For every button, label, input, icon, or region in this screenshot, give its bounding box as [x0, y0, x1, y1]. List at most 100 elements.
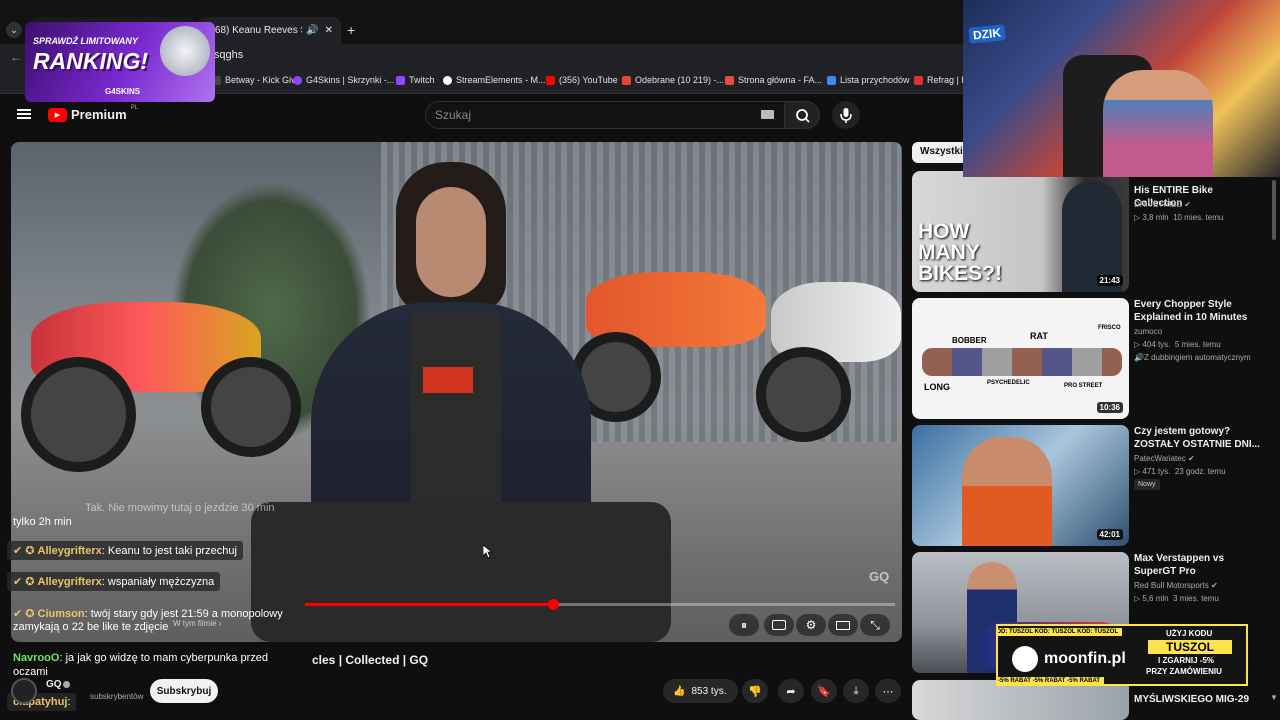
save-button[interactable]: 🔖 [811, 679, 837, 703]
dislike-button[interactable]: 👎 [742, 679, 768, 703]
theater-mode-button[interactable] [828, 614, 858, 636]
voice-search-button[interactable] [832, 101, 860, 129]
moonfin-ad: KOD: TUSZOL KOD: TUSZOL KOD: TUSZOL moon… [996, 624, 1248, 686]
menu-icon[interactable] [17, 109, 31, 119]
search-input[interactable]: Szukaj [425, 101, 785, 129]
subtitles-button[interactable] [764, 614, 794, 636]
video-player[interactable] [11, 142, 902, 642]
logo-country: PL [130, 104, 138, 111]
chat-text: wspaniały mężczyzna [107, 576, 215, 588]
keyboard-icon[interactable] [761, 110, 774, 119]
search-icon [796, 109, 810, 123]
dubbing-label: 🔊Z dubbingiem automatycznym [1134, 353, 1251, 362]
video-scene-ottoman [251, 502, 671, 642]
chat-text: tylko 2h min [13, 516, 72, 528]
moonfin-logo [1012, 646, 1038, 672]
motorcycle-wheel [201, 357, 301, 457]
download-button[interactable]: ⤓ [843, 679, 869, 703]
ad-line4: PRZY ZAMÓWIENIU [1146, 667, 1222, 676]
tab-title: (368) Keanu Reeves Shows Of [206, 25, 302, 36]
ad-brand: moonfin.pl [1044, 650, 1126, 667]
bookmark-label: StreamElements - M... [456, 75, 546, 85]
close-tab-icon[interactable]: ✕ [325, 25, 333, 36]
settings-button[interactable]: ⚙ [796, 614, 826, 636]
bookmark-2[interactable]: Twitch [396, 75, 435, 85]
verified-icon [63, 681, 70, 688]
video-title: cles | Collected | GQ [312, 653, 429, 667]
thumbnail-choppers [922, 348, 1122, 376]
bookmark-8[interactable]: Refrag | D [914, 75, 968, 85]
pause-button[interactable]: ⏸ [729, 614, 759, 636]
share-icon: ➦ [786, 685, 796, 698]
bookmark-0[interactable]: Betway - Kick Giv... [212, 75, 302, 85]
like-button[interactable]: 👍 853 tys. [663, 679, 738, 703]
bookmark-favicon [827, 75, 836, 85]
sidebar-video-title[interactable]: Czy jestem gotowy? ZOSTAŁY OSTATNIE DNI.… [1134, 425, 1264, 451]
sidebar-thumbnail[interactable] [912, 680, 1129, 720]
fullscreen-button[interactable]: ⤡ [860, 614, 890, 636]
sidebar-video-meta: ▷ 3,8 mln 10 mies. temu [1134, 213, 1224, 222]
verified-icon: ✔ [1187, 454, 1195, 463]
bookmark-1[interactable]: G4Skins | Skrzynki -... [293, 75, 394, 85]
bookmark-favicon [914, 75, 923, 85]
bookmark-favicon [546, 75, 555, 85]
channel-avatar[interactable] [11, 678, 37, 704]
bookmark-label: Betway - Kick Giv... [225, 75, 303, 85]
bookmark-6[interactable]: Strona główna - FA... [725, 75, 822, 85]
more-actions-button[interactable]: ⋯ [875, 679, 901, 703]
sidebar-thumbnail[interactable]: 42:01 [912, 425, 1129, 546]
sidebar-video-title[interactable]: Every Chopper Style Explained in 10 Minu… [1134, 298, 1264, 324]
sidebar-scrollbar[interactable] [1272, 180, 1276, 240]
thumbnail-person [962, 437, 1052, 546]
motorcycle-wheel [21, 357, 136, 472]
person-shirt [411, 312, 501, 512]
chat-username: Alleygrifterx [37, 576, 102, 588]
ad-ticker: KOD: TUSZOL KOD: TUSZOL KOD: TUSZOL [998, 628, 1123, 636]
sidebar-thumbnail[interactable]: BOBBER RAT FRISCO LONG PSYCHEDELIC PRO S… [912, 298, 1129, 419]
bookmark-label: Strona główna - FA... [738, 75, 823, 85]
subscriber-count: subskrybentów [90, 692, 144, 701]
chat-text: Keanu to jest taki przechuj [107, 545, 237, 557]
video-duration: 10:36 [1096, 402, 1123, 413]
sidebar-thumbnail[interactable]: HOW MANY BIKES?! 21:43 [912, 171, 1129, 292]
search-button[interactable] [784, 101, 820, 129]
video-duration: 42:01 [1096, 529, 1123, 540]
youtube-logo[interactable]: ▶ Premium PL [48, 104, 138, 122]
share-button[interactable]: ➦ [778, 679, 804, 703]
thumbnail-label: LONG [924, 382, 950, 392]
sidebar-video-title[interactable]: Max Verstappen vs SuperGT Pro [1134, 552, 1264, 578]
sidebar-video-channel: PatecWariatec ✔ [1134, 454, 1195, 463]
ad-line3: I ZGARNIJ -5% [1158, 656, 1215, 665]
bookmark-4[interactable]: (356) YouTube [546, 75, 618, 85]
bookmark-favicon [443, 75, 452, 85]
bookmark-7[interactable]: Lista przychodów [827, 75, 910, 85]
tab-active[interactable]: (368) Keanu Reeves Shows Of 🔊 ✕ [198, 17, 341, 44]
tab-list-dropdown-icon[interactable]: ⌄ [6, 22, 22, 38]
chat-message: zamykają o 22 be like te zdjęcie [7, 618, 174, 636]
bookmark-icon: 🔖 [817, 685, 831, 698]
webcam-streamer [1103, 70, 1213, 177]
theater-icon [836, 620, 850, 630]
channel-name[interactable]: GQ [46, 679, 62, 690]
mouse-cursor-icon [483, 545, 493, 559]
bookmark-favicon [622, 75, 631, 85]
progress-scrubber[interactable] [547, 599, 559, 610]
bookmark-3[interactable]: StreamElements - M... [443, 75, 546, 85]
dubbing-icon: 🔊 [1134, 353, 1144, 362]
chat-username: Alleygrifterx [37, 545, 102, 557]
chat-badge-icon: ✔ ✪ [13, 545, 38, 557]
trophy-icon [160, 26, 210, 76]
back-icon[interactable]: ← [10, 50, 22, 64]
bookmark-label: Lista przychodów [840, 75, 910, 85]
new-tab-button[interactable]: + [347, 22, 355, 38]
bookmark-5[interactable]: Odebrane (10 219) -... [622, 75, 724, 85]
bookmark-label: (356) YouTube [559, 75, 618, 85]
subscribe-button[interactable]: Subskrybuj [150, 679, 218, 703]
ad-line2: TUSZOL [1148, 640, 1232, 654]
verified-icon: ✔ [1210, 581, 1218, 590]
sidebar-video-title[interactable]: MYŚLIWSKIEGO MIG-29 [1134, 693, 1264, 706]
ad-ticker-bottom: -5% RABAT -5% RABAT -5% RABAT [998, 677, 1104, 684]
thumbnail-text: HOW MANY BIKES?! [918, 220, 1002, 285]
scroll-down-icon[interactable]: ▼ [1270, 693, 1278, 702]
sidebar-video-channel: DRIVETRIBE ✔ [1134, 200, 1191, 209]
